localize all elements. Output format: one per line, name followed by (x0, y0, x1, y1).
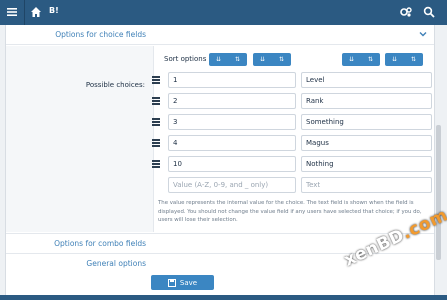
choice-value-input[interactable]: 2 (168, 93, 296, 109)
sort-button-value-alt[interactable]: ⇊ ⇅ (253, 53, 291, 66)
choice-text-input[interactable]: Nothing (301, 156, 432, 172)
save-button[interactable]: Save (151, 275, 214, 290)
choice-row: 10 Nothing (152, 156, 434, 172)
sort-desc-icon: ⇅ (234, 56, 241, 63)
sort-desc-icon: ⇅ (278, 56, 285, 63)
choice-value-input[interactable]: 10 (168, 156, 296, 172)
section-choice-fields[interactable]: Options for choice fields (6, 25, 434, 45)
choice-row: 1 Level (152, 72, 434, 88)
choice-row: 4 Magus (152, 135, 434, 151)
choice-help-text: The value represents the internal value … (158, 200, 422, 224)
topbar-separator (24, 0, 25, 25)
section-choice-fields-label: Options for choice fields (55, 30, 146, 39)
sort-button-value[interactable]: ⇊ ⇅ (209, 53, 247, 66)
choice-text-input[interactable]: Rank (301, 93, 432, 109)
home-icon[interactable] (30, 6, 42, 18)
save-label: Save (179, 278, 198, 287)
new-text-input[interactable]: Text (301, 177, 432, 193)
choice-row: 2 Rank (152, 93, 434, 109)
settings-icon[interactable] (400, 6, 412, 18)
drag-handle-icon[interactable] (152, 139, 160, 147)
top-bar: B! (0, 0, 447, 25)
search-icon[interactable] (423, 6, 435, 18)
footer-bar (0, 295, 447, 300)
drag-handle-icon[interactable] (152, 118, 160, 126)
form-label-column: Possible choices: (6, 46, 154, 232)
choice-value-input[interactable]: 1 (168, 72, 296, 88)
sort-desc-icon: ⇅ (367, 56, 374, 63)
drag-handle-icon[interactable] (152, 76, 160, 84)
sort-desc-icon: ⇅ (410, 56, 417, 63)
sort-asc-icon: ⇊ (259, 56, 266, 63)
choice-value-input[interactable]: 3 (168, 114, 296, 130)
choice-value-input[interactable]: 4 (168, 135, 296, 151)
choice-text-input[interactable]: Magus (301, 135, 432, 151)
sort-button-text-alt[interactable]: ⇊ ⇅ (385, 53, 423, 66)
drag-handle-icon[interactable] (152, 97, 160, 105)
possible-choices-label: Possible choices: (85, 81, 145, 89)
menu-icon[interactable] (6, 6, 18, 18)
scrollbar[interactable] (436, 125, 441, 260)
sort-button-text[interactable]: ⇊ ⇅ (342, 53, 380, 66)
sort-options-label: Sort options (164, 55, 207, 63)
save-icon (167, 278, 176, 287)
section-combo-fields-label: Options for combo fields (54, 239, 146, 248)
section-general-options-label: General options (86, 259, 146, 268)
drag-handle-icon[interactable] (152, 160, 160, 168)
brand-logo[interactable]: B! (49, 6, 59, 15)
choice-text-input[interactable]: Level (301, 72, 432, 88)
new-value-input[interactable]: Value (A-Z, 0-9, and _ only) (168, 177, 296, 193)
sort-asc-icon: ⇊ (215, 56, 222, 63)
new-choice-row: Value (A-Z, 0-9, and _ only) Text (152, 177, 434, 193)
sort-asc-icon: ⇊ (348, 56, 355, 63)
sort-asc-icon: ⇊ (391, 56, 398, 63)
choice-text-input[interactable]: Something (301, 114, 432, 130)
choice-row: 3 Something (152, 114, 434, 130)
chevron-down-icon (419, 32, 427, 37)
